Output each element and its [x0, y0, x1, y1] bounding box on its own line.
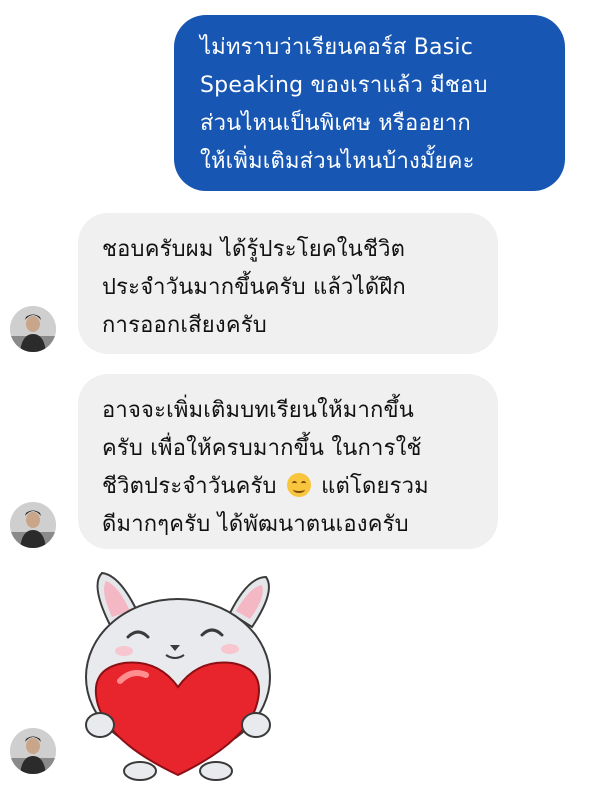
- message-text: ครับ เพื่อให้ครบมากขึ้น ในการใช้: [102, 436, 422, 461]
- message-text: ชอบครับผม ได้รู้ประโยคในชีวิต: [102, 237, 406, 262]
- bunny-hugging-heart-sticker[interactable]: [80, 565, 290, 787]
- message-text-with-emoji: ชีวิตประจำวันครับ แต่โดยรวม: [102, 468, 488, 506]
- message-text: ให้เพิ่มเติมส่วนไหนบ้างมั้ยคะ: [200, 149, 475, 174]
- sender-avatar[interactable]: [10, 502, 56, 548]
- message-text: Speaking ของเราแล้ว มีชอบ: [200, 73, 488, 98]
- sender-avatar[interactable]: [10, 306, 56, 352]
- message-text: อาจจะเพิ่มเติมบทเรียนให้มากขึ้น: [102, 398, 415, 423]
- incoming-message-bubble[interactable]: ชอบครับผม ได้รู้ประโยคในชีวิต ประจำวันมา…: [78, 213, 498, 354]
- sender-avatar[interactable]: [10, 728, 56, 774]
- message-text: ประจำวันมากขึ้นครับ แล้วได้ฝึก: [102, 275, 406, 300]
- outgoing-message-bubble[interactable]: ไม่ทราบว่าเรียนคอร์ส Basic Speaking ของเ…: [174, 15, 565, 191]
- smiling-face-emoji-icon: [286, 473, 311, 497]
- message-text: แต่โดยรวม: [321, 474, 429, 499]
- message-text: ชีวิตประจำวันครับ: [102, 474, 277, 499]
- message-text: ส่วนไหนเป็นพิเศษ หรืออยาก: [200, 111, 471, 136]
- message-text: ไม่ทราบว่าเรียนคอร์ส Basic: [200, 35, 473, 60]
- message-text: ดีมากๆครับ ได้พัฒนาตนเองครับ: [102, 512, 409, 537]
- incoming-message-bubble[interactable]: อาจจะเพิ่มเติมบทเรียนให้มากขึ้น ครับ เพื…: [78, 374, 498, 549]
- message-text: การออกเสียงครับ: [102, 313, 267, 338]
